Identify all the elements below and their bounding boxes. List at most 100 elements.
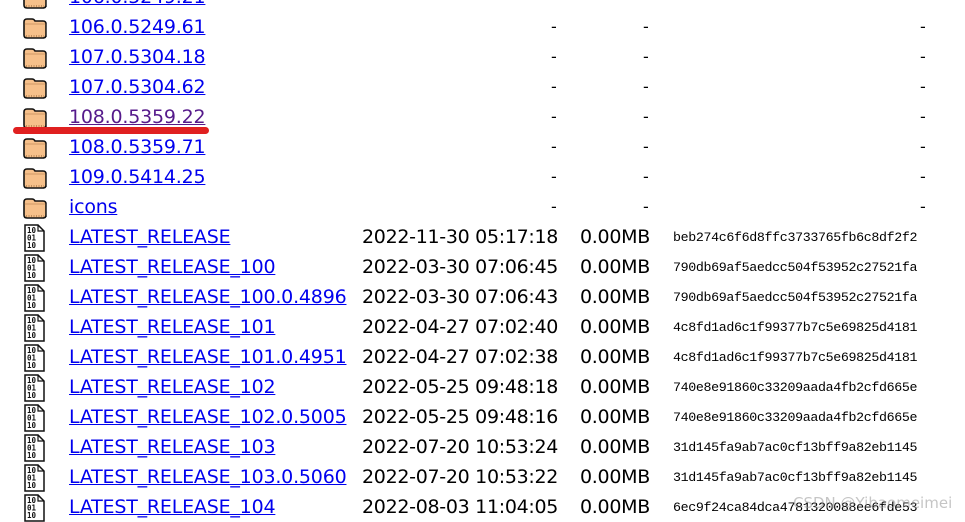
svg-text:10: 10	[27, 271, 37, 280]
modified-date: -	[551, 197, 557, 216]
directory-listing: 106.0.5249.21---106.0.5249.61---107.0.53…	[0, 0, 965, 522]
svg-text:10: 10	[27, 451, 37, 460]
file-link[interactable]: LATEST_RELEASE_102.0.5005	[69, 406, 347, 428]
modified-date: -	[551, 0, 557, 8]
modified-date: 2022-05-25 09:48:16	[362, 406, 559, 428]
listing-row: 106.0.5249.61 - - -	[0, 12, 965, 42]
listing-row: 108.0.5359.71 - - -	[0, 132, 965, 162]
file-size: -	[643, 17, 649, 36]
file-link[interactable]: LATEST_RELEASE_100.0.4896	[69, 286, 347, 308]
file-size: -	[643, 77, 649, 96]
svg-text:10: 10	[27, 511, 37, 520]
folder-icon	[22, 47, 48, 69]
folder-link[interactable]: 107.0.5304.18	[69, 46, 206, 68]
file-hash: 31d145fa9ab7ac0cf13bff9a82eb1145	[673, 440, 918, 455]
binary-file-icon: 10 01 10	[22, 224, 48, 252]
file-size: 0.00MB	[580, 466, 650, 488]
binary-file-icon: 10 01 10	[22, 464, 48, 492]
folder-link[interactable]: 106.0.5249.21	[69, 0, 206, 8]
svg-text:10: 10	[27, 481, 37, 490]
modified-date: 2022-05-25 09:48:18	[362, 376, 559, 398]
file-hash: beb274c6f6d8ffc3733765fb6c8df2f2	[673, 230, 918, 245]
folder-link[interactable]: 108.0.5359.71	[69, 136, 206, 158]
file-link[interactable]: LATEST_RELEASE_101.0.4951	[69, 346, 347, 368]
modified-date: 2022-04-27 07:02:38	[362, 346, 559, 368]
modified-date: 2022-07-20 10:53:22	[362, 466, 559, 488]
folder-icon	[22, 107, 48, 129]
svg-text:10: 10	[27, 361, 37, 370]
file-size: -	[643, 0, 649, 8]
file-size: 0.00MB	[580, 496, 650, 518]
folder-link[interactable]: 109.0.5414.25	[69, 166, 206, 188]
file-size: 0.00MB	[580, 406, 650, 428]
file-size: -	[643, 47, 649, 66]
file-hash: 6ec9f24ca84dca4781320088ee6fde53	[673, 500, 918, 515]
binary-file-icon: 10 01 10	[22, 434, 48, 462]
modified-date: 2022-07-20 10:53:24	[362, 436, 559, 458]
file-link[interactable]: LATEST_RELEASE_103	[69, 436, 276, 458]
file-hash: 4c8fd1ad6c1f99377b7c5e69825d4181	[673, 350, 918, 365]
file-hash: -	[920, 137, 926, 156]
folder-icon	[22, 77, 48, 99]
file-link[interactable]: LATEST_RELEASE	[69, 226, 231, 248]
file-size: 0.00MB	[580, 376, 650, 398]
listing-row: 10 01 10 LATEST_RELEASE_100.0.4896 2022-03-3…	[0, 282, 965, 312]
folder-icon	[22, 0, 48, 9]
listing-row: icons - - -	[0, 192, 965, 222]
folder-link[interactable]: 108.0.5359.22	[69, 106, 206, 128]
binary-file-icon: 10 01 10	[22, 494, 48, 522]
file-link[interactable]: LATEST_RELEASE_103.0.5060	[69, 466, 347, 488]
file-link[interactable]: LATEST_RELEASE_104	[69, 496, 276, 518]
modified-date: 2022-03-30 07:06:45	[362, 256, 559, 278]
file-hash: 31d145fa9ab7ac0cf13bff9a82eb1145	[673, 470, 918, 485]
svg-text:10: 10	[27, 391, 37, 400]
binary-file-icon: 10 01 10	[22, 314, 48, 342]
file-hash: -	[920, 77, 926, 96]
folder-link[interactable]: 107.0.5304.62	[69, 76, 206, 98]
file-hash: -	[920, 0, 926, 8]
folder-link[interactable]: 106.0.5249.61	[69, 16, 206, 38]
file-hash: 740e8e91860c33209aada4fb2cfd665e	[673, 380, 918, 395]
listing-row: 10 01 10 LATEST_RELEASE_103.0.5060 2022-07-2…	[0, 462, 965, 492]
folder-icon	[22, 137, 48, 159]
svg-text:10: 10	[27, 421, 37, 430]
listing-row: 10 01 10 LATEST_RELEASE_103 2022-07-20 10:53…	[0, 432, 965, 462]
file-hash: -	[920, 107, 926, 126]
listing-row: 10 01 10 LATEST_RELEASE_100 2022-03-30 07:06…	[0, 252, 965, 282]
file-hash: -	[920, 17, 926, 36]
file-hash: 740e8e91860c33209aada4fb2cfd665e	[673, 410, 918, 425]
file-link[interactable]: LATEST_RELEASE_100	[69, 256, 276, 278]
binary-file-icon: 10 01 10	[22, 284, 48, 312]
binary-file-icon: 10 01 10	[22, 344, 48, 372]
file-link[interactable]: LATEST_RELEASE_101	[69, 316, 276, 338]
file-hash: 790db69af5aedcc504f53952c27521fa	[673, 290, 918, 305]
file-link[interactable]: LATEST_RELEASE_102	[69, 376, 276, 398]
listing-row: 109.0.5414.25 - - -	[0, 162, 965, 192]
modified-date: -	[551, 137, 557, 156]
file-hash: 790db69af5aedcc504f53952c27521fa	[673, 260, 918, 275]
modified-date: -	[551, 77, 557, 96]
modified-date: 2022-11-30 05:17:18	[362, 226, 559, 248]
modified-date: 2022-08-03 11:04:05	[362, 496, 559, 518]
file-hash: -	[920, 47, 926, 66]
listing-row: 10 01 10 LATEST_RELEASE_101 2022-04-27 07:02…	[0, 312, 965, 342]
file-hash: 4c8fd1ad6c1f99377b7c5e69825d4181	[673, 320, 918, 335]
file-hash: -	[920, 197, 926, 216]
red-highlight-underline	[13, 127, 209, 134]
folder-link[interactable]: icons	[69, 196, 117, 218]
modified-date: 2022-03-30 07:06:43	[362, 286, 559, 308]
file-size: 0.00MB	[580, 346, 650, 368]
listing-row: 107.0.5304.62 - - -	[0, 72, 965, 102]
folder-icon	[22, 197, 48, 219]
folder-icon	[22, 17, 48, 39]
svg-text:10: 10	[27, 331, 37, 340]
file-size: 0.00MB	[580, 316, 650, 338]
listing-row: 107.0.5304.18 - - -	[0, 42, 965, 72]
listing-row: 10 01 10 LATEST_RELEASE_102 2022-05-25 09:48…	[0, 372, 965, 402]
file-size: -	[643, 197, 649, 216]
svg-text:10: 10	[27, 241, 37, 250]
modified-date: -	[551, 167, 557, 186]
binary-file-icon: 10 01 10	[22, 254, 48, 282]
listing-row: 10 01 10 LATEST_RELEASE_102.0.5005 2022-05-2…	[0, 402, 965, 432]
file-size: -	[643, 137, 649, 156]
